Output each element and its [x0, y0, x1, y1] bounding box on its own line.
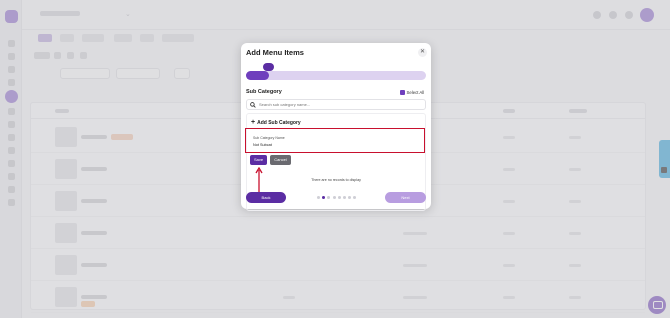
step-progress-fill [246, 71, 270, 80]
step-progress-bar [246, 71, 426, 80]
search-input[interactable] [259, 102, 419, 107]
checkbox-checked-icon[interactable] [400, 90, 405, 95]
select-all-label: Select All [406, 90, 425, 95]
plus-icon: + [251, 119, 256, 126]
modal-title: Add Menu Items [246, 48, 304, 57]
highlight-annotation [245, 128, 425, 153]
back-button[interactable]: Back [246, 192, 286, 203]
step-indicator [317, 196, 357, 199]
close-icon[interactable]: ✕ [418, 48, 427, 57]
step-dot [327, 196, 331, 199]
step-dot [348, 196, 352, 199]
subcategory-search [246, 99, 426, 110]
section-title: Sub Category [246, 89, 282, 95]
step-dot [337, 196, 341, 199]
step-dot [317, 196, 320, 199]
step-dot [342, 196, 346, 199]
save-button[interactable]: Save [250, 155, 267, 165]
step-dot [332, 196, 336, 199]
subcategory-name-input[interactable]: Not Subcat [253, 143, 272, 147]
step-dot [353, 196, 357, 199]
cancel-button[interactable]: Cancel [270, 155, 291, 165]
select-all-checkbox[interactable]: Select All [400, 90, 424, 95]
subcategory-name-label: Sub Category Name [253, 136, 285, 140]
add-subcategory-label: Add Sub Category [257, 119, 301, 126]
add-menu-items-modal: Add Menu Items ✕ Sub Category Select All… [241, 43, 431, 211]
empty-message: There are no records to display [311, 178, 361, 182]
step-badge [263, 63, 274, 71]
search-icon [250, 101, 256, 108]
next-button[interactable]: Next [385, 192, 426, 203]
step-dot-active [322, 196, 326, 199]
add-subcategory-button[interactable]: + Add Sub Category [251, 119, 301, 126]
